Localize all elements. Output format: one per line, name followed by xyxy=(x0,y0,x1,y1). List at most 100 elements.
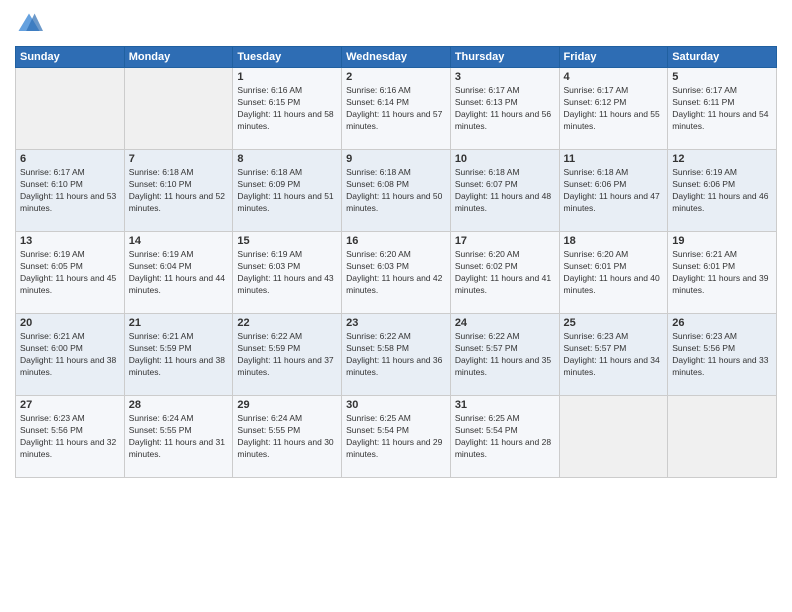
day-number: 24 xyxy=(455,317,555,329)
day-info: Sunrise: 6:16 AM Sunset: 6:14 PM Dayligh… xyxy=(346,85,446,133)
logo-icon xyxy=(15,10,43,38)
calendar-cell: 8Sunrise: 6:18 AM Sunset: 6:09 PM Daylig… xyxy=(233,150,342,232)
day-number: 29 xyxy=(237,399,337,411)
calendar-cell: 18 Sunrise: 6:20 AM Sunset: 6:01 PM Dayli… xyxy=(559,232,668,314)
day-number: 27 xyxy=(20,399,120,411)
calendar-cell: 1Sunrise: 6:16 AM Sunset: 6:15 PM Daylig… xyxy=(233,68,342,150)
weekday-header-saturday: Saturday xyxy=(668,47,777,68)
weekday-header-tuesday: Tuesday xyxy=(233,47,342,68)
day-info: Sunrise: 6:25 AM Sunset: 5:54 PM Dayligh… xyxy=(455,413,555,461)
day-number: 7 xyxy=(129,153,229,165)
week-row-3: 20Sunrise: 6:21 AM Sunset: 6:00 PM Dayli… xyxy=(16,314,777,396)
day-info: Sunrise: 6:17 AM Sunset: 6:13 PM Dayligh… xyxy=(455,85,555,133)
day-info: Sunrise: 6:21 AM Sunset: 6:00 PM Dayligh… xyxy=(20,331,120,379)
day-info: Sunrise: 6:20 AM Sunset: 6:03 PM Dayligh… xyxy=(346,249,446,297)
day-number: 17 xyxy=(455,235,555,247)
calendar-cell: 15 Sunrise: 6:19 AM Sunset: 6:03 PM Dayli… xyxy=(233,232,342,314)
header xyxy=(15,10,777,38)
calendar-cell: 24 Sunrise: 6:22 AM Sunset: 5:57 PM Dayli… xyxy=(450,314,559,396)
calendar-cell: 6 Sunrise: 6:17 AM Sunset: 6:10 PM Daylig… xyxy=(16,150,125,232)
day-info: Sunrise: 6:21 AM Sunset: 5:59 PM Dayligh… xyxy=(129,331,229,379)
day-info: Sunrise: 6:18 AM Sunset: 6:10 PM Dayligh… xyxy=(129,167,229,215)
day-info: Sunrise: 6:22 AM Sunset: 5:57 PM Dayligh… xyxy=(455,331,555,379)
day-number: 1 xyxy=(237,71,337,83)
day-info: Sunrise: 6:17 AM Sunset: 6:11 PM Dayligh… xyxy=(672,85,772,133)
calendar-cell: 3 Sunrise: 6:17 AM Sunset: 6:13 PM Daylig… xyxy=(450,68,559,150)
calendar-cell: 19 Sunrise: 6:21 AM Sunset: 6:01 PM Dayli… xyxy=(668,232,777,314)
week-row-0: 1Sunrise: 6:16 AM Sunset: 6:15 PM Daylig… xyxy=(16,68,777,150)
day-number: 19 xyxy=(672,235,772,247)
calendar-body: 1Sunrise: 6:16 AM Sunset: 6:15 PM Daylig… xyxy=(16,68,777,478)
day-number: 6 xyxy=(20,153,120,165)
calendar-cell: 26 Sunrise: 6:23 AM Sunset: 5:56 PM Dayli… xyxy=(668,314,777,396)
weekday-header-wednesday: Wednesday xyxy=(342,47,451,68)
calendar-cell: 11 Sunrise: 6:18 AM Sunset: 6:06 PM Dayli… xyxy=(559,150,668,232)
day-info: Sunrise: 6:18 AM Sunset: 6:06 PM Dayligh… xyxy=(564,167,664,215)
day-info: Sunrise: 6:20 AM Sunset: 6:01 PM Dayligh… xyxy=(564,249,664,297)
calendar-cell: 28 Sunrise: 6:24 AM Sunset: 5:55 PM Dayli… xyxy=(124,396,233,478)
day-info: Sunrise: 6:19 AM Sunset: 6:03 PM Dayligh… xyxy=(237,249,337,297)
calendar-cell: 13Sunrise: 6:19 AM Sunset: 6:05 PM Dayli… xyxy=(16,232,125,314)
week-row-1: 6 Sunrise: 6:17 AM Sunset: 6:10 PM Daylig… xyxy=(16,150,777,232)
day-number: 8 xyxy=(237,153,337,165)
calendar-cell: 2 Sunrise: 6:16 AM Sunset: 6:14 PM Daylig… xyxy=(342,68,451,150)
day-number: 3 xyxy=(455,71,555,83)
day-number: 4 xyxy=(564,71,664,83)
day-number: 11 xyxy=(564,153,664,165)
day-number: 25 xyxy=(564,317,664,329)
day-number: 30 xyxy=(346,399,446,411)
calendar-cell: 5 Sunrise: 6:17 AM Sunset: 6:11 PM Daylig… xyxy=(668,68,777,150)
day-info: Sunrise: 6:20 AM Sunset: 6:02 PM Dayligh… xyxy=(455,249,555,297)
calendar-cell: 12Sunrise: 6:19 AM Sunset: 6:06 PM Dayli… xyxy=(668,150,777,232)
weekday-header-monday: Monday xyxy=(124,47,233,68)
week-row-2: 13Sunrise: 6:19 AM Sunset: 6:05 PM Dayli… xyxy=(16,232,777,314)
day-number: 21 xyxy=(129,317,229,329)
day-info: Sunrise: 6:17 AM Sunset: 6:12 PM Dayligh… xyxy=(564,85,664,133)
calendar-cell: 21 Sunrise: 6:21 AM Sunset: 5:59 PM Dayli… xyxy=(124,314,233,396)
day-info: Sunrise: 6:24 AM Sunset: 5:55 PM Dayligh… xyxy=(237,413,337,461)
day-number: 14 xyxy=(129,235,229,247)
day-number: 5 xyxy=(672,71,772,83)
calendar-cell: 25Sunrise: 6:23 AM Sunset: 5:57 PM Dayli… xyxy=(559,314,668,396)
weekday-header-sunday: Sunday xyxy=(16,47,125,68)
calendar-cell: 7 Sunrise: 6:18 AM Sunset: 6:10 PM Daylig… xyxy=(124,150,233,232)
day-number: 26 xyxy=(672,317,772,329)
calendar-cell: 16Sunrise: 6:20 AM Sunset: 6:03 PM Dayli… xyxy=(342,232,451,314)
calendar-cell: 14 Sunrise: 6:19 AM Sunset: 6:04 PM Dayli… xyxy=(124,232,233,314)
day-number: 2 xyxy=(346,71,446,83)
logo xyxy=(15,10,47,38)
day-info: Sunrise: 6:18 AM Sunset: 6:07 PM Dayligh… xyxy=(455,167,555,215)
day-info: Sunrise: 6:19 AM Sunset: 6:04 PM Dayligh… xyxy=(129,249,229,297)
day-number: 15 xyxy=(237,235,337,247)
day-number: 10 xyxy=(455,153,555,165)
day-info: Sunrise: 6:23 AM Sunset: 5:56 PM Dayligh… xyxy=(672,331,772,379)
day-info: Sunrise: 6:18 AM Sunset: 6:08 PM Dayligh… xyxy=(346,167,446,215)
day-info: Sunrise: 6:19 AM Sunset: 6:06 PM Dayligh… xyxy=(672,167,772,215)
day-number: 9 xyxy=(346,153,446,165)
calendar-cell: 4 Sunrise: 6:17 AM Sunset: 6:12 PM Daylig… xyxy=(559,68,668,150)
calendar-cell: 9 Sunrise: 6:18 AM Sunset: 6:08 PM Daylig… xyxy=(342,150,451,232)
day-number: 31 xyxy=(455,399,555,411)
calendar-cell xyxy=(668,396,777,478)
calendar-cell: 10 Sunrise: 6:18 AM Sunset: 6:07 PM Dayli… xyxy=(450,150,559,232)
day-info: Sunrise: 6:24 AM Sunset: 5:55 PM Dayligh… xyxy=(129,413,229,461)
calendar-cell: 23 Sunrise: 6:22 AM Sunset: 5:58 PM Dayli… xyxy=(342,314,451,396)
calendar-cell: 29 Sunrise: 6:24 AM Sunset: 5:55 PM Dayli… xyxy=(233,396,342,478)
weekday-row: SundayMondayTuesdayWednesdayThursdayFrid… xyxy=(16,47,777,68)
day-info: Sunrise: 6:25 AM Sunset: 5:54 PM Dayligh… xyxy=(346,413,446,461)
day-info: Sunrise: 6:22 AM Sunset: 5:58 PM Dayligh… xyxy=(346,331,446,379)
day-number: 22 xyxy=(237,317,337,329)
day-info: Sunrise: 6:17 AM Sunset: 6:10 PM Dayligh… xyxy=(20,167,120,215)
calendar-cell: 22 Sunrise: 6:22 AM Sunset: 5:59 PM Dayli… xyxy=(233,314,342,396)
day-info: Sunrise: 6:23 AM Sunset: 5:56 PM Dayligh… xyxy=(20,413,120,461)
day-number: 28 xyxy=(129,399,229,411)
calendar-cell: 30 Sunrise: 6:25 AM Sunset: 5:54 PM Dayli… xyxy=(342,396,451,478)
calendar-cell: 17 Sunrise: 6:20 AM Sunset: 6:02 PM Dayli… xyxy=(450,232,559,314)
day-info: Sunrise: 6:19 AM Sunset: 6:05 PM Dayligh… xyxy=(20,249,120,297)
day-info: Sunrise: 6:22 AM Sunset: 5:59 PM Dayligh… xyxy=(237,331,337,379)
weekday-header-thursday: Thursday xyxy=(450,47,559,68)
day-number: 23 xyxy=(346,317,446,329)
calendar-header: SundayMondayTuesdayWednesdayThursdayFrid… xyxy=(16,47,777,68)
day-number: 18 xyxy=(564,235,664,247)
day-info: Sunrise: 6:21 AM Sunset: 6:01 PM Dayligh… xyxy=(672,249,772,297)
